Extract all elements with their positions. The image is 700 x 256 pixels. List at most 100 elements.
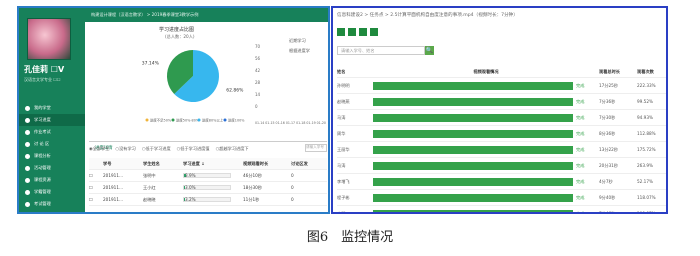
progress-cell: 3.9%: [183, 172, 231, 179]
table-row[interactable]: 周华 完成 8分36秒 112.88%: [337, 126, 666, 142]
course-breadcrumb[interactable]: 构建设计课程（汉语言教学） > 2019春季课堂3教学示例: [85, 8, 328, 22]
sidebar-item[interactable]: 考试管理: [19, 198, 85, 210]
row-checkbox[interactable]: ☐: [89, 173, 93, 178]
table-row[interactable]: ☐ 201911... 王小红 3.0% 18分30秒 0: [89, 182, 327, 194]
watch-status: 完成: [576, 130, 585, 136]
watch-progress-bar: [373, 193, 573, 202]
student-name[interactable]: 李明: [337, 211, 373, 213]
sidebar-item[interactable]: 作业考试: [19, 126, 85, 138]
y-tick-label: 42: [255, 68, 261, 73]
student-name[interactable]: 程子彬: [337, 195, 373, 201]
toolbar-square-icon[interactable]: [359, 28, 367, 36]
watch-progress-fill: [373, 145, 573, 154]
toolbar-square-icon[interactable]: [348, 28, 356, 36]
post-count: 0: [291, 185, 294, 190]
progress-cell: 3.0%: [183, 185, 231, 191]
sidebar-item-label: 讨 论 区: [34, 141, 50, 146]
filter-radio[interactable]: ○超越学习进度下: [216, 146, 249, 152]
watch-progress-fill: [373, 161, 573, 170]
student-name[interactable]: 赵晓燕: [337, 99, 373, 105]
sidebar-bullet-icon: [25, 177, 30, 183]
table-row[interactable]: 李增飞 完成 4分7秒 52.17%: [337, 174, 666, 190]
watch-status: 完成: [576, 210, 585, 214]
watch-ratio: 99.52%: [637, 99, 653, 104]
table-row[interactable]: 马涛 完成 7分30秒 94.93%: [337, 110, 666, 126]
sidebar-item[interactable]: 课程资源: [19, 174, 85, 186]
legend-label: 进度80%以上: [202, 118, 224, 123]
total-watch-time: 7分36秒: [599, 98, 616, 104]
breadcrumb[interactable]: 信息科建设2 > 任务点 > 2.5计算平面机构自由度注意的事项.mp4（视频时…: [337, 12, 518, 18]
sidebar-item-label: 我的学堂: [34, 105, 51, 110]
watch-progress-fill: [373, 209, 573, 212]
table-row[interactable]: 孙明明 完成 17分25秒 222.33%: [337, 78, 666, 94]
learning-progress-screen: 孔佳莉 ☐V 汉语言文学专业 ☐☐ 我的学堂 学习进度 作业考试讨 论 区课程分析活…: [17, 6, 330, 214]
watch-status: 完成: [576, 146, 585, 152]
row-checkbox[interactable]: ☐: [89, 185, 93, 190]
legend-label: 进度不足50%: [150, 118, 172, 123]
search-button[interactable]: 🔍: [425, 46, 434, 55]
sidebar-bullet-icon: [25, 105, 30, 111]
sidebar-bullet-icon: [25, 201, 30, 207]
student-name[interactable]: 赵晓晓: [143, 197, 156, 202]
table-row[interactable]: 赵晓燕 完成 7分36秒 99.52%: [337, 94, 666, 110]
student-name[interactable]: 王丽华: [337, 147, 373, 153]
sidebar-bullet-icon: [25, 165, 30, 171]
student-name[interactable]: 周华: [337, 131, 373, 137]
figure-caption: 图6 监控情况: [306, 230, 394, 245]
sidebar-item[interactable]: 学籍管理: [19, 186, 85, 198]
filter-radio[interactable]: ○没有学习: [115, 146, 135, 152]
total-watch-time: 9分40秒: [599, 194, 616, 200]
watch-progress-bar: [373, 209, 573, 212]
search-input[interactable]: 请输入学号: [305, 144, 327, 152]
legend-swatch: [223, 118, 227, 122]
legend-label: 进度50%-80%: [176, 118, 200, 123]
sidebar-item[interactable]: 讨 论 区: [19, 138, 85, 150]
filter-radio[interactable]: ◉全部学生: [89, 146, 109, 152]
student-name[interactable]: 马涛: [337, 115, 373, 121]
watch-progress-cell: 完成: [373, 161, 599, 170]
student-name[interactable]: 马涛: [337, 163, 373, 169]
x-tick-label: 01-14 01-15 01-16 01-17 01-18 01-19 01-2…: [255, 121, 326, 125]
watch-table: 姓名 视频观看情况 观看总时长 观看次数 孙明明 完成 17分25秒 222.33% 赵晓燕完…: [337, 66, 666, 214]
table-row[interactable]: 王丽华 完成 13分22秒 175.72%: [337, 142, 666, 158]
watch-progress-bar: [373, 145, 573, 154]
total-watch-time: 4分7秒: [599, 178, 613, 184]
table-header: 姓名 视频观看情况 观看总时长 观看次数: [337, 66, 666, 78]
sidebar-item[interactable]: 活动管理: [19, 162, 85, 174]
watch-ratio: 100.07%: [637, 211, 656, 214]
progress-label: 3.9%: [185, 172, 196, 178]
watch-progress-bar: [373, 177, 573, 186]
filter-radio[interactable]: ○低于学习进度: [142, 146, 171, 152]
watch-progress-fill: [373, 97, 573, 106]
student-name[interactable]: 孙明明: [337, 83, 373, 89]
watch-status: 完成: [576, 178, 585, 184]
sidebar-item[interactable]: ...: [19, 210, 85, 212]
watch-ratio: 222.33%: [637, 83, 656, 88]
watch-progress-bar: [373, 113, 573, 122]
sidebar-item-label: 学习进度: [34, 117, 51, 122]
pie-slice-label: 62.86%: [226, 87, 244, 93]
total-watch-time: 8分36秒: [599, 130, 616, 136]
sidebar-item[interactable]: 课程分析: [19, 150, 85, 162]
column-header: 观看总时长: [599, 68, 620, 74]
search-input[interactable]: 请输入学号、姓名: [337, 46, 425, 55]
watch-time: 46分10秒: [243, 172, 263, 178]
watch-progress-fill: [373, 113, 573, 122]
sidebar-item[interactable]: 学习进度: [19, 114, 85, 126]
table-row[interactable]: ☐ 201911... 张明中 3.9% 46分10秒 0: [89, 170, 327, 182]
filter-radio[interactable]: ○低于学习进度值: [177, 146, 210, 152]
row-checkbox[interactable]: ☐: [89, 197, 93, 202]
table-row[interactable]: ☐ 201911... 赵晓晓 3.2% 11分1秒 0: [89, 194, 327, 206]
table-row[interactable]: 程子彬 完成 9分40秒 118.07%: [337, 190, 666, 206]
toolbar-square-icon[interactable]: [370, 28, 378, 36]
toolbar-square-icon[interactable]: [337, 28, 345, 36]
sidebar-item[interactable]: 我的学堂: [19, 102, 85, 114]
column-header: 学号: [103, 160, 112, 166]
student-name[interactable]: 李增飞: [337, 179, 373, 185]
watch-ratio: 263.9%: [637, 163, 653, 168]
watch-progress-bar: [373, 97, 573, 106]
table-row[interactable]: 马涛 完成 20分31秒 263.9%: [337, 158, 666, 174]
student-name[interactable]: 张明中: [143, 173, 156, 178]
student-name[interactable]: 王小红: [143, 185, 156, 190]
table-row[interactable]: 李明 完成 7分46秒 100.07%: [337, 206, 666, 214]
